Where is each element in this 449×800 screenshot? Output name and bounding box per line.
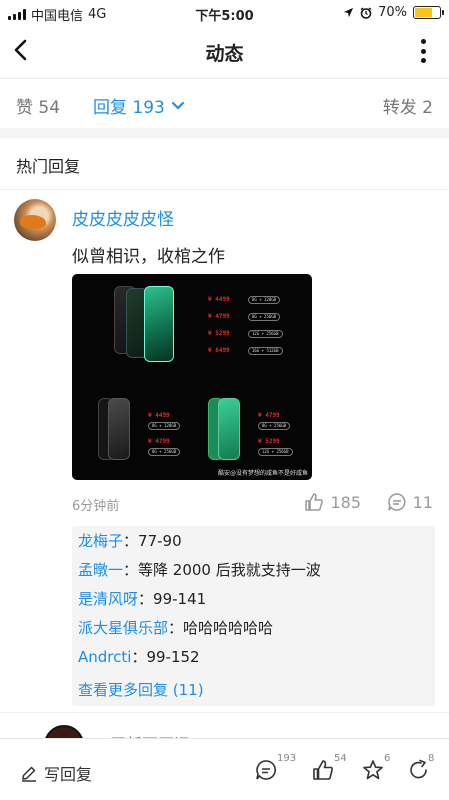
bottom-action-bar: 写回复 193 54 6 8 bbox=[0, 738, 449, 800]
comment-bubble-icon bbox=[387, 493, 406, 511]
spec-label: 8G + 256GB bbox=[258, 422, 291, 430]
comment-image[interactable]: ¥ 4499 8G + 128GB ¥ 4799 8G + 256GB ¥ 52… bbox=[72, 274, 312, 480]
spec-label: 8G + 128GB bbox=[148, 422, 181, 430]
battery-icon bbox=[413, 6, 444, 19]
price-label: ¥ 4799 bbox=[208, 313, 230, 320]
price-label: ¥ 4499 bbox=[208, 296, 230, 303]
spec-label: 8G + 128GB bbox=[248, 296, 281, 304]
price-label: ¥ 6499 bbox=[208, 347, 230, 354]
spec-label: 12G + 256GB bbox=[248, 330, 283, 338]
sub-replies-box: 龙梅子：77-90 孟暾一：等降 2000 后我就支持一波 是清风呀：99-14… bbox=[72, 526, 435, 706]
sub-reply-row[interactable]: 派大星俱乐部：哈哈哈哈哈哈 bbox=[78, 617, 273, 638]
sub-reply-row[interactable]: 是清风呀：99-141 bbox=[78, 588, 206, 609]
price-label: ¥ 5299 bbox=[208, 330, 230, 337]
price-label: ¥ 4799 bbox=[258, 412, 280, 419]
price-label: ¥ 4499 bbox=[148, 412, 170, 419]
sub-reply-text: 77-90 bbox=[138, 532, 182, 550]
tab-bar: 赞 54 回复 193 转发 2 bbox=[0, 78, 449, 128]
hot-replies-header: 热门回复 bbox=[0, 138, 449, 190]
comment-text: 似曾相识，收棺之作 bbox=[72, 247, 225, 267]
tab-replies[interactable]: 回复 193 bbox=[93, 93, 185, 118]
tab-likes[interactable]: 赞 54 bbox=[16, 93, 60, 118]
like-count: 185 bbox=[330, 492, 361, 512]
comment-bubble-icon[interactable] bbox=[255, 759, 277, 781]
page-title: 动态 bbox=[205, 43, 244, 65]
share-count: 8 bbox=[428, 753, 435, 764]
sub-reply-text: 99-141 bbox=[153, 590, 207, 608]
star-count: 6 bbox=[384, 753, 391, 764]
sub-reply-user[interactable]: 孟暾一 bbox=[78, 561, 123, 579]
price-label: ¥ 4799 bbox=[148, 438, 170, 445]
sub-reply-row[interactable]: 孟暾一：等降 2000 后我就支持一波 bbox=[78, 559, 321, 580]
tab-replies-label: 回复 193 bbox=[93, 98, 165, 118]
comment-timestamp: 6分钟前 bbox=[72, 499, 120, 514]
thumbs-up-icon bbox=[305, 493, 324, 511]
tab-reposts[interactable]: 转发 2 bbox=[383, 93, 433, 118]
share-icon[interactable] bbox=[408, 759, 430, 781]
status-right: 70% bbox=[343, 5, 444, 20]
sub-reply-text: 哈哈哈哈哈哈 bbox=[183, 619, 274, 637]
comment-card: 皮皮皮皮皮怪 似曾相识，收棺之作 ¥ 4499 8G + 128GB ¥ 479… bbox=[0, 190, 449, 712]
phone-graphic bbox=[218, 398, 240, 460]
comment-count: 193 bbox=[277, 753, 297, 764]
price-label: ¥ 5299 bbox=[258, 438, 280, 445]
spec-label: 8G + 256GB bbox=[148, 448, 181, 456]
pencil-icon bbox=[22, 766, 36, 782]
sub-reply-text: 等降 2000 后我就支持一波 bbox=[138, 561, 321, 579]
like-count: 54 bbox=[334, 753, 347, 764]
sub-reply-user[interactable]: 龙梅子 bbox=[78, 532, 123, 550]
comment-username[interactable]: 皮皮皮皮皮怪 bbox=[72, 205, 174, 230]
avatar[interactable] bbox=[14, 199, 56, 241]
more-options-icon[interactable] bbox=[419, 39, 427, 63]
sub-reply-text: 99-152 bbox=[146, 648, 200, 666]
spec-label: 12G + 256GB bbox=[258, 448, 293, 456]
sub-reply-row[interactable]: 龙梅子：77-90 bbox=[78, 530, 182, 551]
image-watermark: 酷安@没有梦想的咸鱼不是好咸鱼 bbox=[217, 470, 308, 477]
spec-label: 8G + 256GB bbox=[248, 313, 281, 321]
battery-percent: 70% bbox=[378, 5, 407, 20]
sub-reply-user[interactable]: 是清风呀 bbox=[78, 590, 138, 608]
phone-graphic bbox=[144, 286, 174, 362]
write-reply-button[interactable]: 写回复 bbox=[20, 761, 92, 785]
reply-count: 11 bbox=[412, 492, 433, 512]
alarm-icon bbox=[360, 6, 372, 19]
nav-bar: 动态 bbox=[0, 26, 449, 78]
sub-reply-user[interactable]: Andrcti bbox=[78, 648, 131, 666]
star-icon[interactable] bbox=[362, 759, 384, 781]
status-bar: 中国电信 4G 下午5:00 70% bbox=[0, 0, 449, 26]
thumbs-up-icon[interactable] bbox=[312, 759, 334, 781]
sub-reply-row[interactable]: Andrcti：99-152 bbox=[78, 646, 200, 667]
write-reply-label: 写回复 bbox=[44, 765, 93, 784]
phone-graphic bbox=[108, 398, 130, 460]
sub-reply-user[interactable]: 派大星俱乐部 bbox=[78, 619, 168, 637]
location-icon bbox=[344, 7, 354, 18]
section-title: 热门回复 bbox=[16, 157, 81, 176]
view-more-replies-link[interactable]: 查看更多回复 (11) bbox=[78, 679, 204, 700]
reply-count-button[interactable]: 11 bbox=[387, 492, 433, 512]
spec-label: 16G + 512GB bbox=[248, 347, 283, 355]
like-button[interactable]: 185 bbox=[304, 492, 361, 512]
chevron-down-icon bbox=[171, 101, 184, 109]
